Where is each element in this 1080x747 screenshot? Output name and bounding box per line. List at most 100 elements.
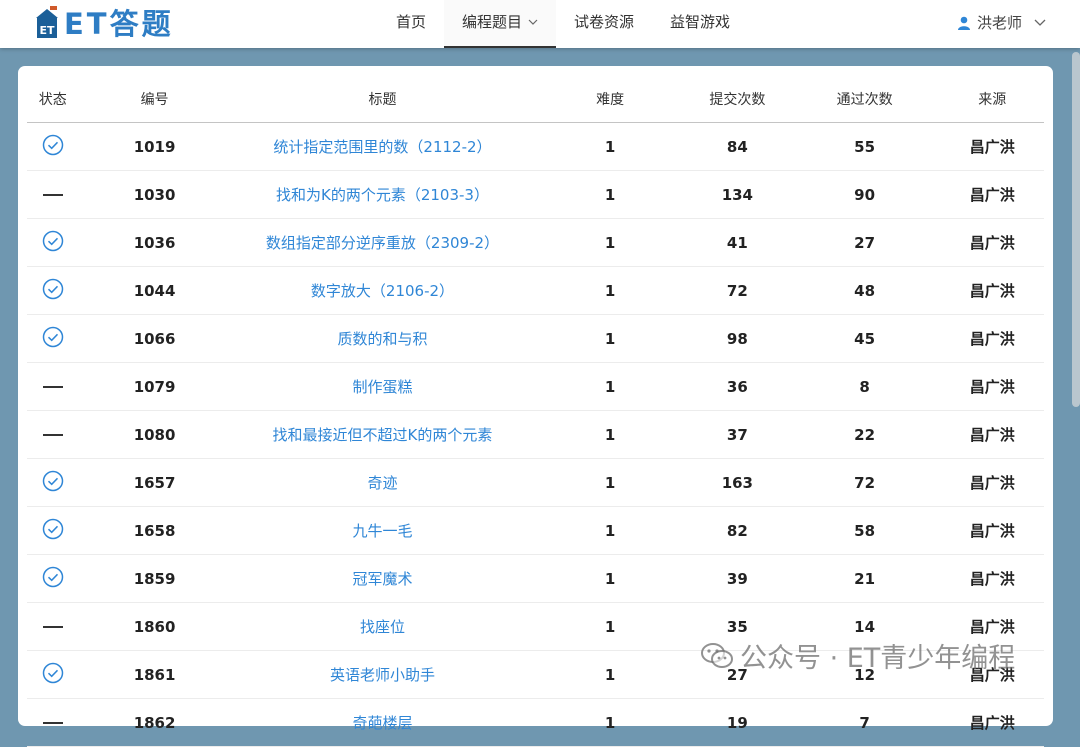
not-attempted-icon [42, 626, 63, 628]
problem-title-link[interactable]: 找和最接近但不超过K的两个元素 [273, 426, 493, 444]
table-row[interactable]: 1036 数组指定部分逆序重放（2309-2） 1 41 27 昌广洪 [27, 218, 1044, 267]
table-row[interactable]: 1862 奇葩楼层 1 19 7 昌广洪 [27, 698, 1044, 747]
wechat-icon [701, 642, 733, 668]
watermark-text: 公众号 · ET青少年编程 [740, 643, 1016, 674]
accepted-count: 72 [788, 458, 941, 507]
problem-difficulty: 1 [534, 506, 686, 555]
top-navbar: ET ET答题 首页 编程题目 试卷资源 益智游戏 洪老师 [0, 0, 1080, 48]
check-circle-icon [42, 566, 63, 587]
main-nav: 首页 编程题目 试卷资源 益智游戏 [378, 0, 748, 48]
problem-difficulty: 1 [534, 362, 686, 411]
nav-exam-resources[interactable]: 试卷资源 [556, 0, 652, 46]
accepted-count: 8 [788, 362, 941, 411]
submission-count: 163 [685, 458, 789, 507]
title-cell: 找和最接近但不超过K的两个元素 [230, 410, 535, 459]
table-row[interactable]: 1019 统计指定范围里的数（2112-2） 1 84 55 昌广洪 [27, 122, 1044, 171]
problem-difficulty: 1 [534, 650, 686, 699]
table-row[interactable]: 1030 找和为K的两个元素（2103-3） 1 134 90 昌广洪 [27, 170, 1044, 219]
problem-source: 昌广洪 [940, 506, 1044, 555]
problem-difficulty: 1 [534, 314, 686, 363]
table-row[interactable]: 1657 奇迹 1 163 72 昌广洪 [27, 458, 1044, 507]
chevron-down-icon [1034, 19, 1046, 26]
table-row[interactable]: 1658 九牛一毛 1 82 58 昌广洪 [27, 506, 1044, 555]
problem-title-link[interactable]: 奇迹 [367, 474, 397, 492]
nav-programming-problems-label: 编程题目 [462, 13, 523, 31]
not-attempted-icon [42, 386, 63, 388]
problem-id: 1066 [78, 314, 231, 363]
submission-count: 36 [685, 362, 789, 411]
problem-difficulty: 1 [534, 410, 686, 459]
problem-title-link[interactable]: 数字放大（2106-2） [311, 282, 454, 300]
not-attempted-icon [42, 194, 63, 196]
title-cell: 数字放大（2106-2） [230, 266, 535, 315]
logo[interactable]: ET ET答题 [34, 3, 174, 41]
table-row[interactable]: 1079 制作蛋糕 1 36 8 昌广洪 [27, 362, 1044, 411]
title-cell: 冠军魔术 [230, 554, 535, 603]
title-cell: 制作蛋糕 [230, 362, 535, 411]
problem-difficulty: 1 [534, 698, 686, 747]
problem-difficulty: 1 [534, 554, 686, 603]
problem-title-link[interactable]: 数组指定部分逆序重放（2309-2） [266, 234, 499, 252]
problem-title-link[interactable]: 找和为K的两个元素（2103-3） [276, 186, 489, 204]
status-cell [27, 410, 79, 459]
table-row[interactable]: 1859 冠军魔术 1 39 21 昌广洪 [27, 554, 1044, 603]
not-attempted-icon [42, 722, 63, 724]
logo-text: ET答题 [64, 7, 174, 41]
status-cell [27, 458, 79, 507]
table-header-row: 状态 编号 标题 难度 提交次数 通过次数 来源 [27, 76, 1044, 123]
problem-title-link[interactable]: 找座位 [360, 618, 405, 636]
check-circle-icon [42, 134, 63, 155]
submission-count: 37 [685, 410, 789, 459]
problem-title-link[interactable]: 奇葩楼层 [352, 714, 412, 732]
logo-icon: ET [36, 6, 58, 38]
title-cell: 统计指定范围里的数（2112-2） [230, 122, 535, 171]
submission-count: 41 [685, 218, 789, 267]
status-cell [27, 122, 79, 171]
column-header-status: 状态 [27, 76, 79, 123]
accepted-count: 21 [788, 554, 941, 603]
problem-title-link[interactable]: 制作蛋糕 [352, 378, 412, 396]
table-row[interactable]: 1066 质数的和与积 1 98 45 昌广洪 [27, 314, 1044, 363]
problem-source: 昌广洪 [940, 458, 1044, 507]
problem-source: 昌广洪 [940, 170, 1044, 219]
problem-title-link[interactable]: 质数的和与积 [337, 330, 427, 348]
title-cell: 找和为K的两个元素（2103-3） [230, 170, 535, 219]
submission-count: 19 [685, 698, 789, 747]
problem-id: 1044 [78, 266, 231, 315]
nav-home[interactable]: 首页 [378, 0, 444, 46]
user-icon [957, 16, 970, 30]
column-header-submissions: 提交次数 [685, 76, 789, 123]
problem-title-link[interactable]: 统计指定范围里的数（2112-2） [273, 138, 491, 156]
problem-difficulty: 1 [534, 602, 686, 651]
column-header-id: 编号 [78, 76, 231, 123]
nav-puzzle-games[interactable]: 益智游戏 [652, 0, 748, 46]
status-cell [27, 554, 79, 603]
problem-difficulty: 1 [534, 218, 686, 267]
table-row[interactable]: 1044 数字放大（2106-2） 1 72 48 昌广洪 [27, 266, 1044, 315]
problem-id: 1019 [78, 122, 231, 171]
watermark: 公众号 · ET青少年编程 [700, 636, 1015, 675]
page-scrollbar[interactable] [1072, 52, 1080, 407]
check-circle-icon [42, 326, 63, 347]
accepted-count: 22 [788, 410, 941, 459]
problem-title-link[interactable]: 英语老师小助手 [330, 666, 435, 684]
submission-count: 82 [685, 506, 789, 555]
nav-programming-problems[interactable]: 编程题目 [444, 0, 557, 48]
accepted-count: 48 [788, 266, 941, 315]
problem-source: 昌广洪 [940, 314, 1044, 363]
submission-count: 134 [685, 170, 789, 219]
problem-id: 1657 [78, 458, 231, 507]
submission-count: 39 [685, 554, 789, 603]
table-row[interactable]: 1080 找和最接近但不超过K的两个元素 1 37 22 昌广洪 [27, 410, 1044, 459]
title-cell: 质数的和与积 [230, 314, 535, 363]
accepted-count: 27 [788, 218, 941, 267]
problem-difficulty: 1 [534, 170, 686, 219]
status-cell [27, 362, 79, 411]
user-menu[interactable]: 洪老师 [957, 12, 1052, 33]
title-cell: 奇葩楼层 [230, 698, 535, 747]
accepted-count: 55 [788, 122, 941, 171]
problem-difficulty: 1 [534, 266, 686, 315]
check-circle-icon [42, 662, 63, 683]
problem-title-link[interactable]: 冠军魔术 [352, 570, 412, 588]
problem-title-link[interactable]: 九牛一毛 [352, 522, 412, 540]
